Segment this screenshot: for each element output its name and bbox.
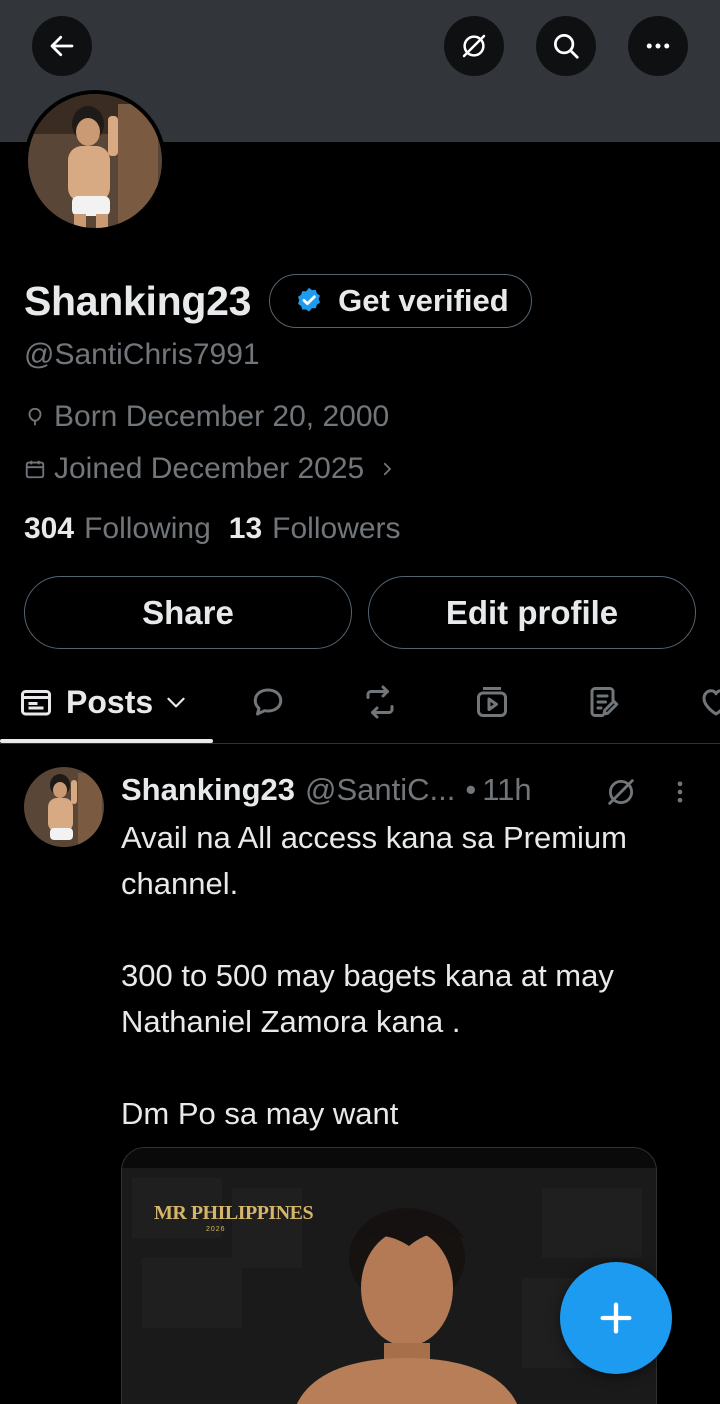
avatar-photo	[28, 94, 162, 228]
chevron-down-icon	[167, 697, 185, 708]
profile-handle: @SantiChris7991	[24, 338, 260, 371]
tab-videos[interactable]	[474, 662, 510, 742]
search-button[interactable]	[536, 16, 596, 76]
articles-icon	[590, 687, 619, 717]
tab-reposts[interactable]	[362, 662, 398, 742]
calendar-icon	[25, 460, 45, 479]
post-avatar[interactable]	[24, 767, 104, 847]
search-icon	[554, 34, 579, 59]
share-button[interactable]: Share	[24, 576, 352, 649]
replies-icon	[253, 688, 283, 716]
post-media-image[interactable]: MR PHILIPPINES 2026	[121, 1147, 657, 1404]
compose-button[interactable]	[560, 1262, 672, 1374]
followers-label[interactable]: Followers	[272, 512, 400, 546]
post-separator: •	[465, 772, 477, 807]
following-count[interactable]: 304	[24, 512, 74, 546]
birthday-text: Born December 20, 2000	[54, 400, 390, 433]
post-body: Avail na All access kana sa Premium chan…	[121, 815, 696, 1137]
media-photo	[122, 1148, 656, 1404]
posts-icon	[21, 690, 51, 716]
post-author-name[interactable]: Shanking23	[121, 772, 295, 808]
tab-posts[interactable]: Posts	[18, 662, 189, 742]
more-vertical-icon[interactable]	[666, 775, 694, 809]
likes-icon	[702, 689, 720, 716]
post-text-line: Dm Po sa may want	[121, 1096, 399, 1131]
followers-count[interactable]: 13	[229, 512, 262, 546]
tab-likes[interactable]	[698, 662, 720, 742]
tab-posts-label: Posts	[66, 683, 154, 720]
plus-icon	[600, 1302, 632, 1334]
post-text-line: Avail na All access kana sa Premium chan…	[121, 820, 627, 901]
profile-display-name: Shanking23	[24, 277, 252, 324]
post-author-handle[interactable]: @SantiC...	[305, 772, 455, 808]
tab-replies[interactable]	[250, 662, 286, 742]
videos-icon	[477, 687, 507, 717]
profile-name-row: Shanking23 Get verified	[24, 274, 532, 328]
chevron-right-icon	[384, 462, 392, 476]
follow-stats: 304 Following 13 Followers	[24, 512, 419, 546]
media-logo-year: 2026	[206, 1226, 226, 1233]
grok-icon	[462, 34, 486, 58]
more-options-button[interactable]	[628, 16, 688, 76]
get-verified-label: Get verified	[338, 283, 509, 318]
arrow-left-icon	[50, 35, 74, 57]
grok-icon[interactable]	[604, 775, 638, 809]
back-button[interactable]	[32, 16, 92, 76]
grok-button[interactable]	[444, 16, 504, 76]
media-logo-text: MR PHILIPPINES	[154, 1202, 314, 1224]
post-text-line: 300 to 500 may bagets kana at may Nathan…	[121, 958, 614, 1039]
verified-badge-icon	[298, 287, 321, 312]
profile-tabs: Posts	[0, 662, 720, 744]
joined-text: Joined December 2025	[54, 452, 365, 485]
joined-row[interactable]: Joined December 2025	[24, 452, 404, 486]
tab-articles[interactable]	[586, 662, 622, 742]
balloon-icon	[28, 407, 42, 426]
following-label[interactable]: Following	[84, 512, 211, 546]
post-header: Shanking23 @SantiC... • 11h	[121, 769, 532, 811]
birthday-row: Born December 20, 2000	[24, 400, 389, 434]
post-timestamp[interactable]: 11h	[482, 772, 531, 808]
reposts-icon	[366, 685, 394, 719]
more-horizontal-icon	[646, 43, 670, 49]
profile-avatar[interactable]	[24, 90, 166, 232]
active-tab-indicator	[0, 739, 213, 743]
post-avatar-photo	[24, 767, 104, 847]
edit-profile-button[interactable]: Edit profile	[368, 576, 696, 649]
get-verified-button[interactable]: Get verified	[269, 274, 532, 328]
